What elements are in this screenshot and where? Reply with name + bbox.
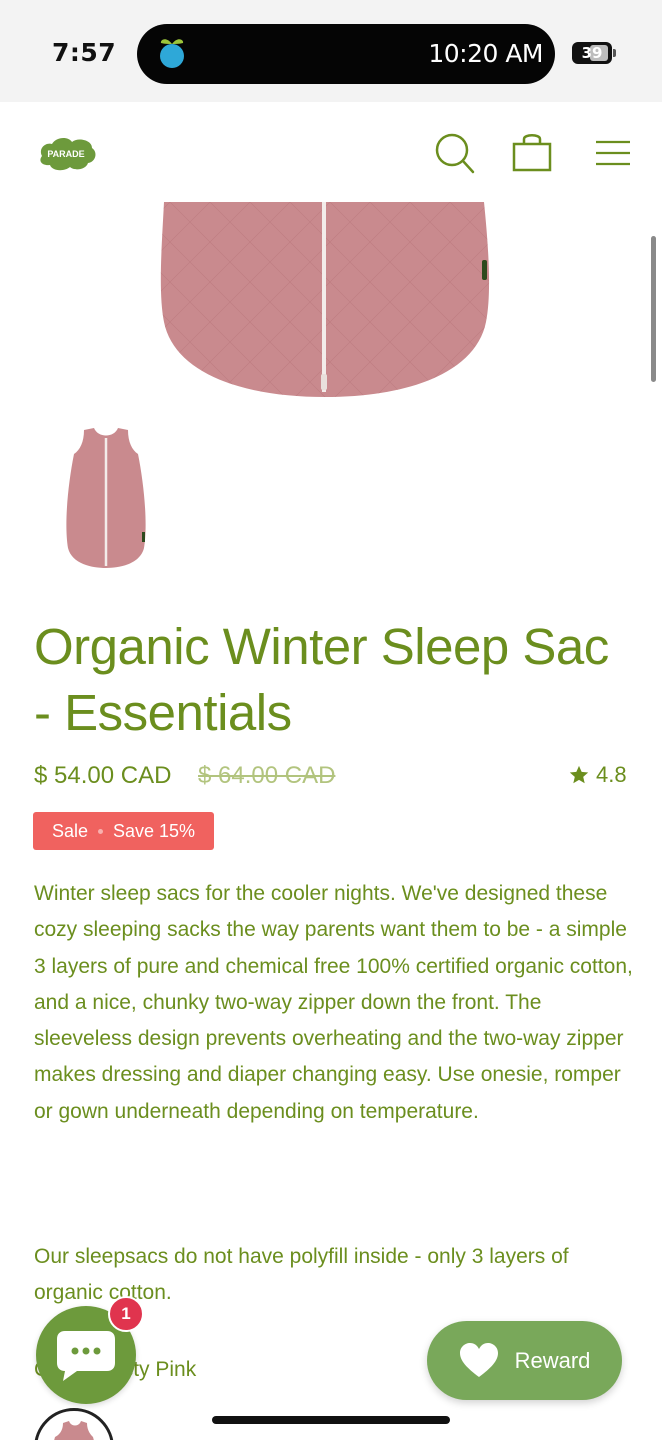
- star-icon: [569, 765, 589, 784]
- badge-separator-dot: [97, 828, 103, 834]
- battery-tip: [613, 49, 616, 57]
- home-indicator[interactable]: [212, 1416, 450, 1424]
- product-description: Winter sleep sacs for the cooler nights.…: [34, 882, 633, 1123]
- search-icon[interactable]: [432, 130, 476, 176]
- product-main-image[interactable]: [150, 202, 500, 402]
- chat-unread-badge: 1: [108, 1296, 144, 1332]
- product-thumbnail[interactable]: [60, 424, 152, 570]
- status-clock: 7:57: [52, 38, 117, 67]
- swatch-image: [54, 1421, 94, 1440]
- menu-icon[interactable]: [592, 130, 636, 176]
- svg-text:PARADE: PARADE: [47, 149, 84, 159]
- parade-logo[interactable]: PARADE: [36, 134, 98, 174]
- page-scrollbar[interactable]: [651, 236, 656, 382]
- island-time: 10:20 AM: [428, 39, 543, 68]
- app-activity-icon: [160, 39, 184, 68]
- color-swatch-dusty-pink[interactable]: [34, 1408, 114, 1440]
- reward-label: Reward: [514, 1347, 591, 1373]
- status-bar: 7:57 10:20 AM 39: [0, 0, 662, 102]
- shopping-bag-icon[interactable]: [510, 130, 554, 176]
- reward-button[interactable]: Reward: [427, 1321, 622, 1400]
- sale-badge: Sale Save 15%: [33, 812, 214, 850]
- heart-icon: [459, 1342, 498, 1377]
- rating-value: 4.8: [596, 762, 627, 787]
- save-percent-label: Save 15%: [112, 820, 196, 841]
- chat-icon: [57, 1331, 115, 1381]
- site-header: PARADE: [0, 102, 662, 202]
- battery-level: 39: [581, 44, 603, 62]
- product-rating[interactable]: 4.8: [568, 762, 627, 788]
- sale-label: Sale: [51, 820, 88, 841]
- dynamic-island[interactable]: 10:20 AM: [137, 24, 555, 84]
- battery-icon: 39: [572, 42, 612, 64]
- product-compare-price: $ 64.00 CAD: [198, 762, 336, 789]
- product-price: $ 54.00 CAD: [34, 762, 172, 789]
- product-title: Organic Winter Sleep Sac - Essentials: [34, 618, 609, 741]
